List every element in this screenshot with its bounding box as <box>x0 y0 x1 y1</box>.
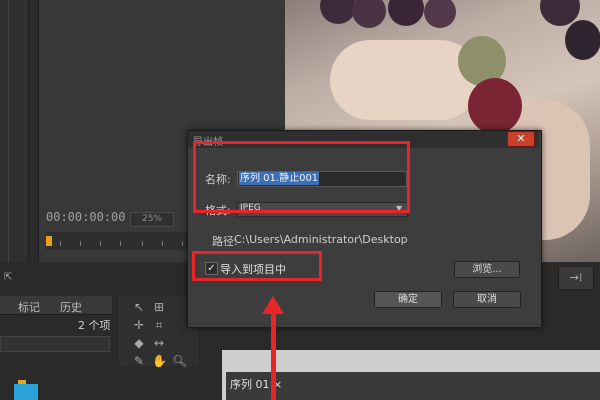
pen-tool-icon[interactable]: ✎ <box>132 354 146 368</box>
close-icon: ✕ <box>516 132 526 145</box>
path-value: C:\Users\Administrator\Desktop <box>234 233 408 246</box>
tab-markers[interactable]: 标记 <box>18 299 40 315</box>
selection-tool-icon[interactable]: ↖ <box>132 300 146 314</box>
ruler-tick <box>120 241 121 246</box>
video-red-grape <box>468 78 522 134</box>
cancel-button[interactable]: 取消 <box>453 291 521 308</box>
hand-tool-icon[interactable]: ✋ <box>152 354 167 368</box>
razor-tool-icon[interactable]: ◆ <box>132 336 146 350</box>
project-bin-dropdown[interactable] <box>0 336 110 352</box>
project-tab-bar <box>0 296 112 315</box>
ok-button[interactable]: 确定 <box>374 291 442 308</box>
zoom-tool-icon[interactable]: 🔍︎ <box>172 354 187 368</box>
ripple-edit-tool-icon[interactable]: ✛ <box>132 318 146 332</box>
zoom-level-select[interactable]: 25% <box>130 212 174 227</box>
annotation-highlight-box <box>192 251 322 281</box>
close-button[interactable]: ✕ <box>507 131 535 147</box>
video-hand-shape <box>330 40 480 120</box>
clip-thumbnail[interactable] <box>14 384 38 400</box>
annotation-highlight-box <box>193 141 410 213</box>
project-item-count: 2 个项 <box>78 319 111 332</box>
left-panel-strip <box>0 0 29 262</box>
slip-tool-icon[interactable]: ↔ <box>152 336 166 350</box>
ruler-tick <box>60 241 61 246</box>
rolling-edit-tool-icon[interactable]: ⌗ <box>152 318 166 332</box>
tab-history[interactable]: 历史 <box>60 299 82 315</box>
annotation-arrow-shaft <box>271 312 276 400</box>
timecode-display[interactable]: 00:00:00:00 <box>46 210 125 224</box>
ruler-tick <box>100 241 101 246</box>
track-select-tool-icon[interactable]: ⊞ <box>152 300 166 314</box>
ruler-tick <box>80 241 81 246</box>
ruler-tick <box>182 241 183 246</box>
browse-button[interactable]: 浏览... <box>454 261 520 278</box>
ruler-tick <box>142 241 143 246</box>
video-grape <box>565 20 600 60</box>
export-icon[interactable]: ⇱ <box>4 272 20 286</box>
playhead-handle[interactable] <box>46 236 52 246</box>
insert-overlay-icon[interactable]: →⁞ <box>558 266 594 290</box>
ruler-tick <box>162 241 163 246</box>
